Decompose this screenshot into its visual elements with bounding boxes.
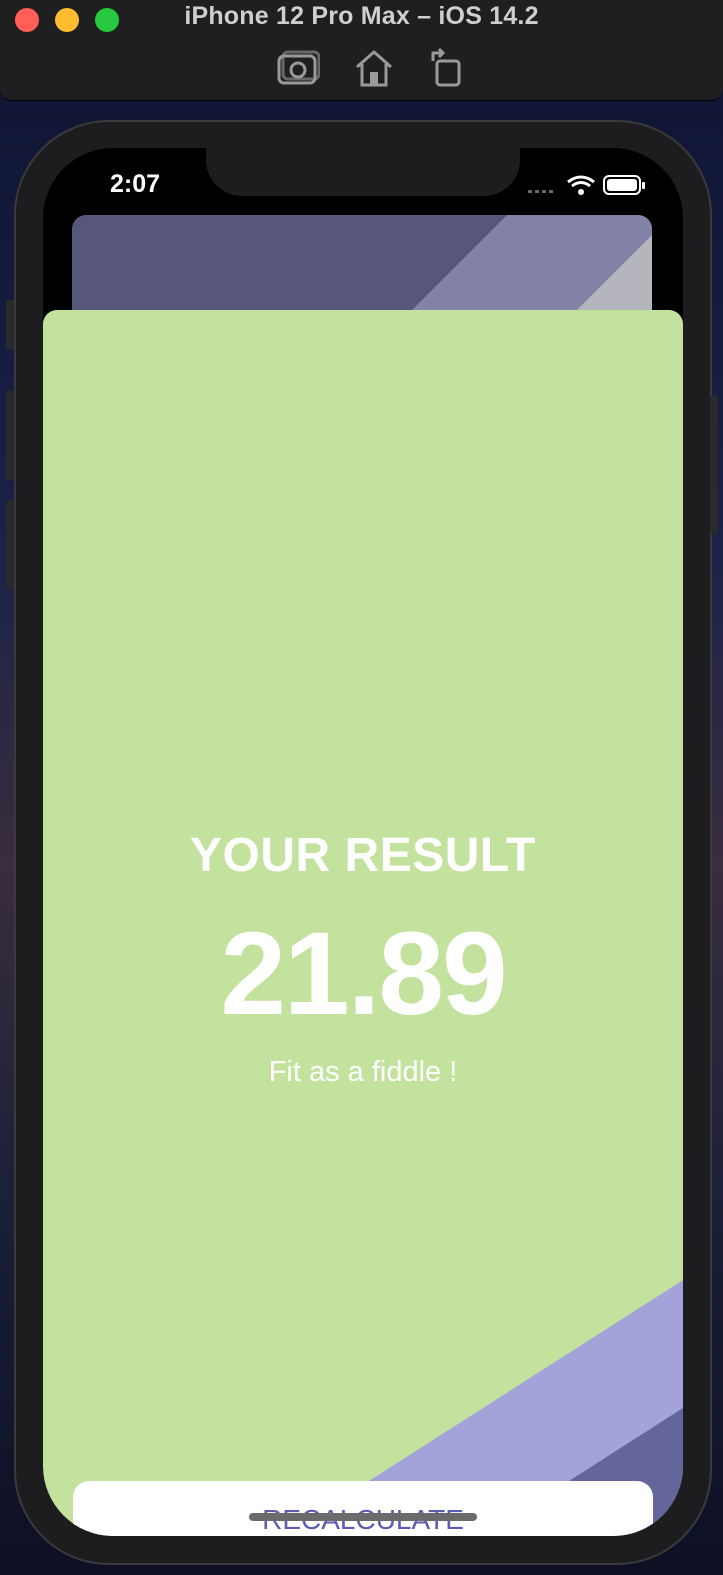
bmi-value: 21.89 [220,908,507,1040]
result-description: Fit as a fiddle ! [268,1056,458,1088]
volume-down-button [6,500,14,590]
side-button [710,395,718,535]
result-card: YOUR RESULT 21.89 Fit as a fiddle ! RECA… [43,310,683,1536]
result-title: YOUR RESULT [190,829,536,882]
status-time: 2:07 [110,170,161,198]
status-icons [528,172,648,200]
recalculate-button[interactable]: RECALCULATE [73,1481,653,1536]
camera-notch [206,148,520,196]
battery-icon [603,175,645,195]
simulator-title: iPhone 12 Pro Max – iOS 14.2 [184,2,539,30]
signal-icon [528,190,553,193]
simulator-titlebar: iPhone 12 Pro Max – iOS 14.2 [0,0,723,101]
screenshot-icon[interactable] [276,47,321,89]
wifi-icon [567,175,595,195]
home-indicator [249,1513,477,1521]
mute-switch [6,300,14,350]
rotate-icon[interactable] [425,47,469,89]
volume-up-button [6,390,14,480]
home-icon[interactable] [352,47,396,89]
